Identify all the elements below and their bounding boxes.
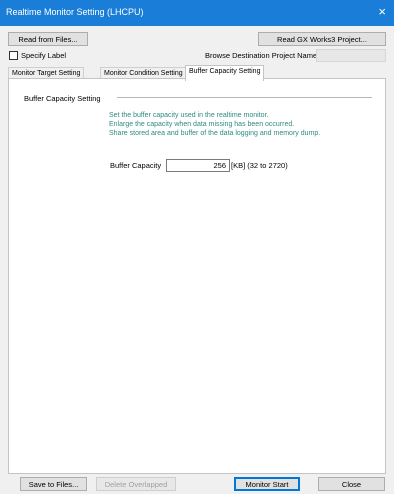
title-bar: Realtime Monitor Setting (LHCPU) × xyxy=(0,0,394,26)
delete-overlapped-button[interactable]: Delete Overlapped xyxy=(96,477,176,491)
buffer-capacity-label: Buffer Capacity xyxy=(110,161,162,170)
description-line-3: Share stored area and buffer of the data… xyxy=(109,130,321,137)
read-gx-works3-project-button[interactable]: Read GX Works3 Project... xyxy=(258,32,386,46)
window-title: Realtime Monitor Setting (LHCPU) xyxy=(6,7,144,17)
description-line-1: Set the buffer capacity used in the real… xyxy=(109,112,269,119)
realtime-monitor-dialog: Realtime Monitor Setting (LHCPU) × Read … xyxy=(0,0,394,494)
close-icon[interactable]: × xyxy=(378,5,386,19)
browse-destination-label: Browse Destination Project Name xyxy=(205,51,318,60)
tab-content-panel xyxy=(8,78,386,474)
monitor-start-button[interactable]: Monitor Start xyxy=(234,477,300,491)
buffer-capacity-group-title: Buffer Capacity Setting xyxy=(24,94,101,103)
read-from-files-button[interactable]: Read from Files... xyxy=(8,32,88,46)
group-divider xyxy=(117,97,372,98)
tab-buffer-capacity-setting[interactable]: Buffer Capacity Setting xyxy=(185,65,265,81)
save-to-files-button[interactable]: Save to Files... xyxy=(20,477,87,491)
specify-label-label: Specify Label xyxy=(21,51,67,60)
buffer-capacity-input[interactable]: 256 xyxy=(166,159,230,172)
specify-label-checkbox[interactable] xyxy=(9,51,18,60)
close-button[interactable]: Close xyxy=(318,477,385,491)
browse-destination-field xyxy=(316,49,386,62)
buffer-capacity-unit-range: [KB] (32 to 2720) xyxy=(231,161,288,170)
description-line-2: Enlarge the capacity when data missing h… xyxy=(109,121,295,128)
